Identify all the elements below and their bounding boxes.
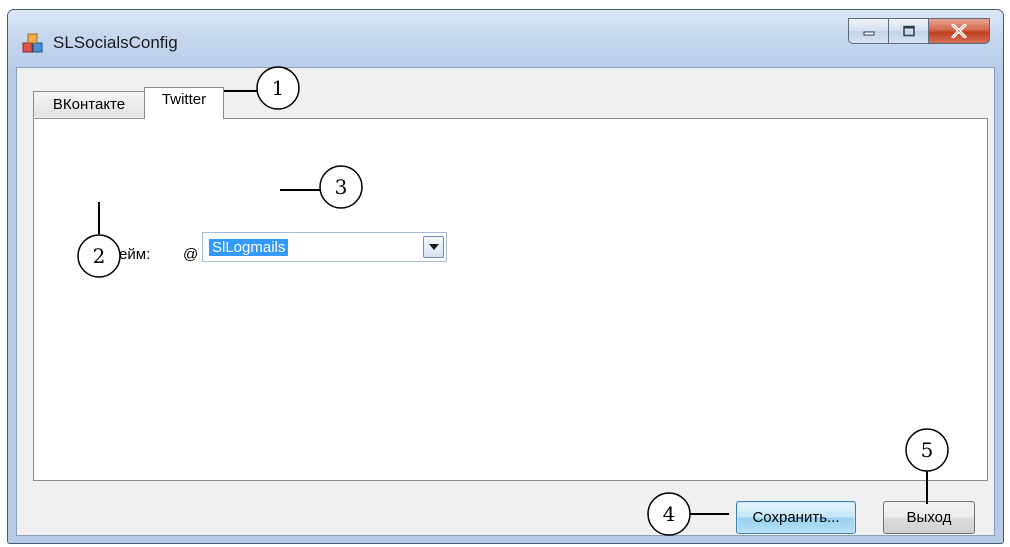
- tab-vkontakte[interactable]: ВКонтакте: [33, 91, 145, 117]
- tab-twitter[interactable]: Twitter: [144, 87, 224, 119]
- app-icon: [22, 33, 43, 53]
- caption-buttons: [848, 18, 990, 46]
- window-title: SLSocialsConfig: [53, 33, 178, 52]
- dropdown-button[interactable]: [423, 236, 444, 258]
- nickname-label: Никнейм:: [85, 246, 151, 263]
- minimize-icon: [863, 31, 874, 36]
- exit-button[interactable]: Выход: [883, 501, 975, 534]
- client-area: ВКонтакте Twitter Никнейм: @ SlLogmails …: [16, 67, 995, 536]
- title-bar[interactable]: SLSocialsConfig: [8, 10, 1003, 67]
- close-icon: [951, 24, 967, 38]
- at-symbol: @: [183, 246, 199, 263]
- app-window: SLSocialsConfig ВКонтакте Twitter Никней…: [7, 9, 1004, 544]
- nickname-combobox[interactable]: SlLogmails: [202, 232, 447, 262]
- chevron-down-icon: [428, 244, 439, 250]
- maximize-icon: [902, 25, 915, 37]
- nickname-value[interactable]: SlLogmails: [209, 239, 289, 256]
- twitter-tab-panel: Никнейм: @ SlLogmails: [33, 118, 988, 481]
- close-button[interactable]: [928, 18, 990, 44]
- minimize-button[interactable]: [848, 18, 888, 44]
- save-button[interactable]: Сохранить...: [736, 501, 856, 534]
- maximize-button[interactable]: [888, 18, 928, 44]
